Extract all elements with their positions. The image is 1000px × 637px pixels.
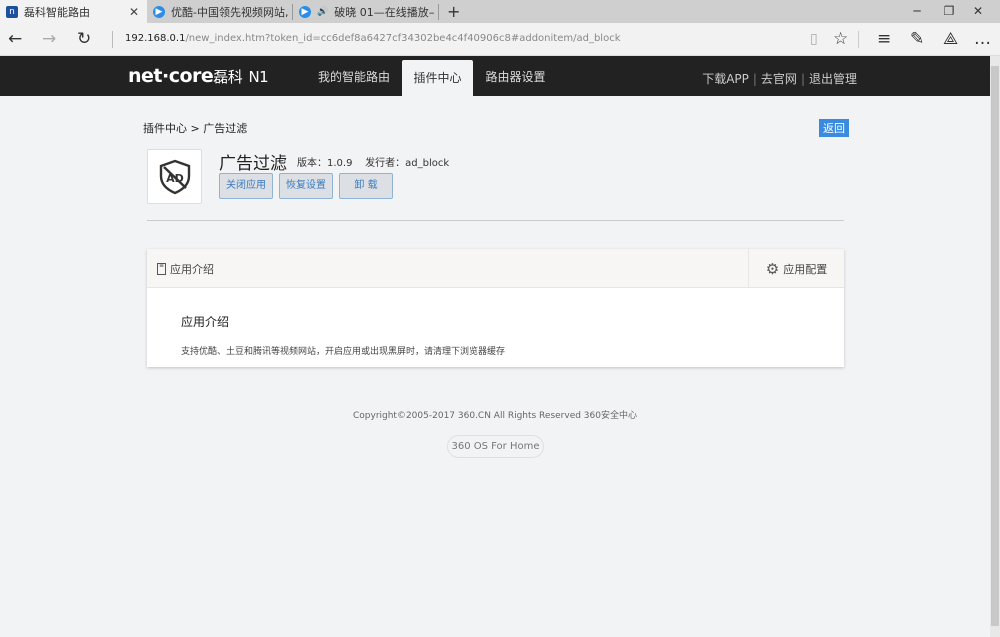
netcore-logo: net·core磊科 N1 [128, 65, 268, 87]
app-publisher: 发行者：ad_block [365, 158, 449, 169]
tab-label: 应用配置 [783, 261, 827, 277]
panel-header: ≡ 应用介绍 ⚙应用配置 [147, 249, 844, 288]
logo-cn: 磊科 [213, 68, 242, 86]
scrollbar[interactable] [990, 56, 1000, 637]
nav-right-links: 下载APP | 去官网 | 退出管理 [702, 70, 857, 87]
web-note-icon[interactable]: ✎ [910, 30, 924, 48]
audio-icon[interactable]: 🔊 [317, 7, 328, 17]
app-version: 版本：1.0.9 [297, 158, 352, 169]
copyright: Copyright©2005-2017 360.CN All Rights Re… [0, 408, 990, 421]
close-tab-icon[interactable]: ✕ [129, 5, 139, 19]
intro-heading: 应用介绍 [181, 313, 229, 330]
breadcrumb-current: 广告过滤 [203, 122, 247, 135]
download-app-link[interactable]: 下载APP [702, 72, 749, 86]
app-title: 广告过滤 [219, 149, 287, 174]
share-icon[interactable]: ⟁ [943, 30, 958, 48]
tab-title: 优酷-中国领先视频网站,提¢ [171, 4, 289, 20]
divider [147, 220, 844, 221]
tab-video[interactable]: ▶ 🔊 破晓 01—在线播放—《 [293, 0, 438, 23]
new-tab-button[interactable]: + [441, 0, 460, 23]
intro-description: 支持优酷、土豆和腾讯等视频网站，开启应用或出现黑屏时，请清理下浏览器缓存 [181, 344, 505, 357]
address-bar: ← → ↻ 192.168.0.1/new_index.htm?token_id… [0, 23, 1000, 56]
model-label: N1 [248, 68, 268, 86]
app-meta: 版本：1.0.9 发行者：ad_block [297, 154, 449, 169]
divider: | [753, 72, 757, 86]
close-window-button[interactable]: ✕ [956, 0, 1000, 23]
forward-arrow-icon[interactable]: → [42, 30, 56, 48]
back-button[interactable]: 返回 [819, 119, 849, 137]
reading-view-icon[interactable]: ▯ [810, 30, 818, 48]
url-path: /new_index.htm?token_id=cc6def8a6427cf34… [185, 33, 620, 44]
url-input[interactable]: 192.168.0.1/new_index.htm?token_id=cc6de… [125, 33, 620, 44]
scrollbar-thumb[interactable] [991, 66, 999, 626]
logout-link[interactable]: 退出管理 [809, 72, 857, 86]
divider: | [801, 72, 805, 86]
close-app-button[interactable]: 关闭应用 [219, 173, 273, 199]
tab-bar: n磊科智能路由✕ ▶优酷-中国领先视频网站,提¢ ▶🔊破晓 01—在线播放—《 … [0, 0, 1000, 23]
url-host: 192.168.0.1 [125, 33, 185, 44]
os-badge[interactable]: 360 OS For Home [447, 435, 544, 458]
tab-label: 应用介绍 [170, 261, 214, 277]
back-arrow-icon[interactable]: ← [8, 30, 22, 48]
breadcrumb: 插件中心 > 广告过滤 [143, 120, 247, 136]
youku-favicon-icon: ▶ [299, 6, 311, 18]
refresh-icon[interactable]: ↻ [77, 30, 91, 48]
top-nav: net·core磊科 N1 我的智能路由 插件中心 路由器设置 下载APP | 去官… [0, 56, 990, 96]
breadcrumb-sep: > [191, 122, 200, 135]
uninstall-button[interactable]: 卸 载 [339, 173, 393, 199]
official-site-link[interactable]: 去官网 [761, 72, 797, 86]
favorite-star-icon[interactable]: ☆ [833, 30, 848, 48]
ad-block-icon: AD [147, 149, 202, 204]
tab-router[interactable]: n 磊科智能路由 ✕ [0, 0, 147, 23]
tab-app-intro[interactable]: ≡ 应用介绍 [157, 261, 214, 277]
nav-plugin-center[interactable]: 插件中心 [402, 60, 473, 96]
hub-icon[interactable]: ≡ [877, 30, 891, 48]
document-icon: ≡ [157, 263, 166, 275]
nav-my-router[interactable]: 我的智能路由 [310, 56, 398, 96]
youku-favicon-icon: ▶ [153, 6, 165, 18]
netcore-favicon-icon: n [6, 6, 18, 18]
tab-title: 磊科智能路由 [24, 4, 90, 20]
nav-router-settings[interactable]: 路由器设置 [478, 56, 553, 96]
tab-app-config[interactable]: ⚙应用配置 [748, 249, 844, 288]
more-icon[interactable]: … [974, 30, 991, 48]
tab-title: 破晓 01—在线播放—《 [334, 4, 434, 20]
logo-brand: net·core [128, 65, 213, 87]
breadcrumb-parent[interactable]: 插件中心 [143, 122, 187, 135]
restore-settings-button[interactable]: 恢复设置 [279, 173, 333, 199]
tab-youku[interactable]: ▶ 优酷-中国领先视频网站,提¢ [147, 0, 292, 23]
gear-icon: ⚙ [766, 260, 779, 278]
app-panel: ≡ 应用介绍 ⚙应用配置 应用介绍 支持优酷、土豆和腾讯等视频网站，开启应用或出现… [147, 249, 844, 367]
